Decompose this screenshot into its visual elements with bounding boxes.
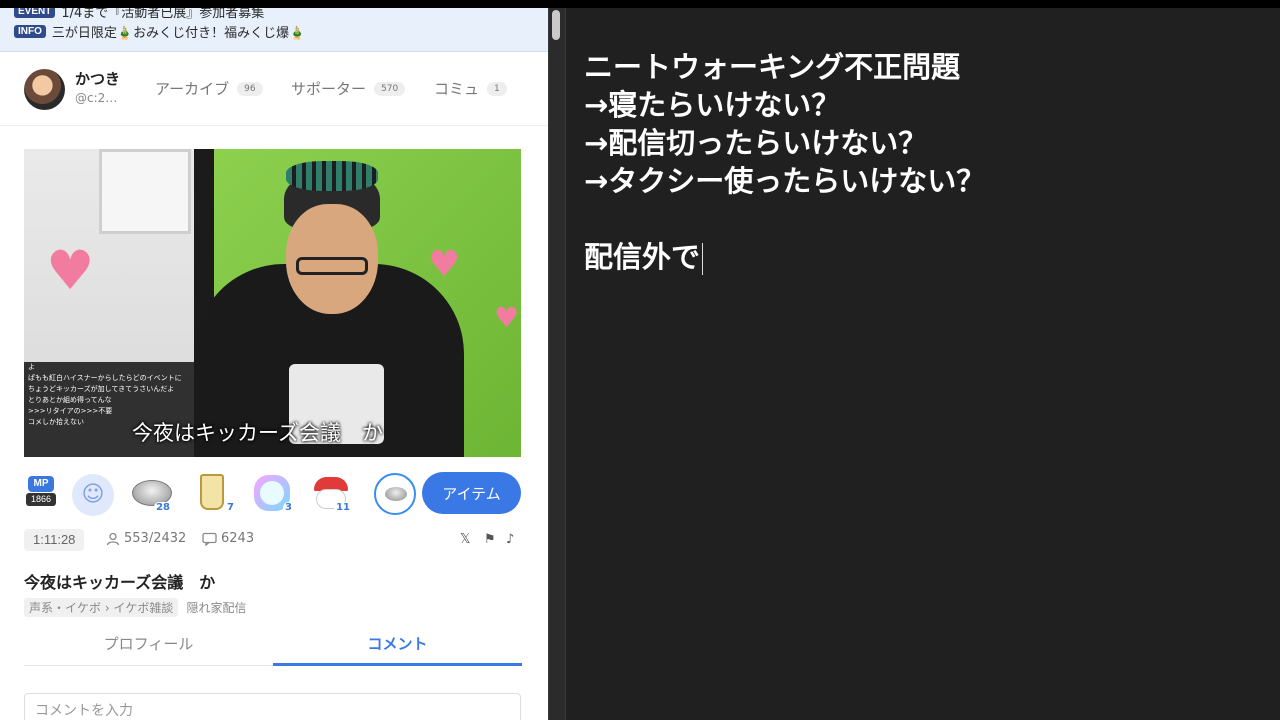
user-handle: @c:2… bbox=[75, 91, 118, 105]
heart-icon: ♥ bbox=[494, 301, 520, 334]
note-line: →配信切ったらいけない？ bbox=[584, 126, 928, 160]
x-share-icon[interactable]: 𝕏 bbox=[460, 532, 470, 547]
chat-line: ちょうどキッカーズが加してきてうさいんだよ bbox=[28, 385, 175, 393]
streamer-dreads bbox=[286, 161, 378, 191]
music-icon[interactable]: ♪ bbox=[506, 532, 514, 547]
viewer-stat: 553/2432 bbox=[106, 531, 186, 546]
chat-line: >>>リタイアの>>>不要 bbox=[28, 407, 113, 415]
chat-line: よ bbox=[28, 363, 35, 371]
tab-community-count: 1 bbox=[487, 81, 507, 96]
heart-icon: ♥ bbox=[428, 244, 461, 285]
event-row[interactable]: EVENT 1/4まで『活動者已展』参加者募集 bbox=[14, 8, 265, 21]
comment-input[interactable] bbox=[24, 693, 521, 720]
tab-supporters[interactable]: サポーター 570 bbox=[291, 78, 406, 99]
profile-header: かつき @c:2… アーカイブ 96 サポーター 570 コミュ 1 bbox=[0, 60, 548, 126]
stream-panel: EVENT 1/4まで『活動者已展』参加者募集 INFO 三が日限定🎍おみくじ付… bbox=[0, 8, 548, 720]
note-line: →寝たらいけない？ bbox=[584, 88, 841, 122]
stream-duration: 1:11:28 bbox=[24, 529, 85, 551]
avatar[interactable] bbox=[24, 69, 65, 110]
heart-icon: ♥ bbox=[46, 239, 95, 302]
stream-title: 今夜はキッカーズ会議 か bbox=[24, 573, 216, 592]
chat-line: とりあとか組め得ってんな bbox=[28, 396, 112, 404]
person-icon bbox=[106, 532, 120, 545]
tab-archive[interactable]: アーカイブ 96 bbox=[155, 78, 263, 99]
item-count: 7 bbox=[225, 502, 236, 513]
note-line: 配信外で bbox=[584, 240, 701, 274]
cup-icon bbox=[200, 474, 224, 510]
item-ghost[interactable]: 3 bbox=[250, 471, 294, 515]
note-text[interactable]: ニートウォーキング不正問題 →寝たらいけない？ →配信切ったらいけない？ →タクシー使… bbox=[584, 48, 985, 276]
category-tag[interactable]: 声系・イケボ › イケボ雑談 bbox=[24, 597, 179, 617]
event-tag: EVENT bbox=[14, 8, 56, 18]
hidden-stream-tag: 隠れ家配信 bbox=[186, 600, 247, 615]
chat-line: ぱもも紅白ハイスナーからしたらどのイベントに bbox=[28, 374, 182, 382]
disc-icon bbox=[385, 487, 407, 501]
item-bar: MP 1866 ☺ 28 7 3 11 アイテム bbox=[24, 471, 521, 516]
comment-stat: 6243 bbox=[202, 531, 254, 546]
item-count: 28 bbox=[154, 502, 172, 513]
mp-badge[interactable]: MP 1866 bbox=[26, 476, 56, 510]
notes-editor[interactable]: ニートウォーキング不正問題 →寝たらいけない？ →配信切ったらいけない？ →タクシー使… bbox=[566, 8, 1280, 720]
announcement-banner[interactable]: EVENT 1/4まで『活動者已展』参加者募集 INFO 三が日限定🎍おみくじ付… bbox=[0, 8, 548, 52]
comment-icon bbox=[202, 532, 217, 546]
item-button[interactable]: アイテム bbox=[422, 472, 521, 514]
video-player[interactable]: ♥ ♥ ♥ よ ぱもも紅白ハイスナーからしたらどのイベントに ちょうどキッカーズ… bbox=[24, 149, 521, 457]
tab-supporters-label: サポーター bbox=[291, 80, 367, 98]
note-line-active: 配信外で bbox=[584, 238, 985, 276]
mp-value: 1866 bbox=[26, 493, 56, 506]
info-tag: INFO bbox=[14, 24, 46, 38]
tab-community[interactable]: コミュ 1 bbox=[434, 78, 507, 99]
viewer-count: 553/2432 bbox=[124, 531, 187, 546]
note-line: ニートウォーキング不正問題 bbox=[584, 50, 961, 84]
comment-count: 6243 bbox=[221, 531, 255, 546]
stream-stats: 1:11:28 553/2432 6243 𝕏 ⚑ ♪ bbox=[24, 529, 521, 551]
video-caption: 今夜はキッカーズ会議 か bbox=[132, 421, 383, 445]
flag-icon[interactable]: ⚑ bbox=[484, 532, 496, 547]
selected-item[interactable] bbox=[374, 473, 416, 515]
panel-divider[interactable] bbox=[548, 8, 566, 720]
info-text: 三が日限定🎍おみくじ付き！福みくじ爆🎍 bbox=[51, 25, 306, 41]
item-disc[interactable]: 28 bbox=[128, 471, 172, 515]
tab-profile[interactable]: プロフィール bbox=[24, 630, 273, 666]
item-count: 11 bbox=[334, 502, 352, 513]
streamer-glasses bbox=[296, 257, 368, 275]
item-santa[interactable]: 11 bbox=[308, 471, 352, 515]
content-tabs: プロフィール コメント bbox=[24, 630, 522, 666]
tab-community-label: コミュ bbox=[434, 80, 480, 98]
tab-archive-label: アーカイブ bbox=[155, 80, 230, 98]
tab-archive-count: 96 bbox=[237, 81, 263, 96]
video-window bbox=[99, 149, 191, 234]
user-name[interactable]: かつき bbox=[75, 68, 120, 89]
item-cup[interactable]: 7 bbox=[192, 471, 236, 515]
event-text: 1/4まで『活動者已展』参加者募集 bbox=[61, 8, 265, 21]
top-bar bbox=[0, 0, 1280, 8]
info-row[interactable]: INFO 三が日限定🎍おみくじ付き！福みくじ爆🎍 bbox=[14, 22, 306, 41]
text-cursor bbox=[702, 243, 704, 275]
tab-comment[interactable]: コメント bbox=[273, 630, 522, 666]
note-line bbox=[584, 200, 985, 238]
mp-label: MP bbox=[28, 476, 54, 492]
item-count: 3 bbox=[283, 502, 294, 513]
tab-supporters-count: 570 bbox=[374, 81, 406, 96]
note-line: →タクシー使ったらいけない？ bbox=[584, 164, 986, 198]
smile-icon[interactable]: ☺ bbox=[72, 474, 114, 516]
scrollbar-thumb[interactable] bbox=[552, 10, 560, 40]
category-row: 声系・イケボ › イケボ雑談 隠れ家配信 bbox=[24, 597, 247, 617]
